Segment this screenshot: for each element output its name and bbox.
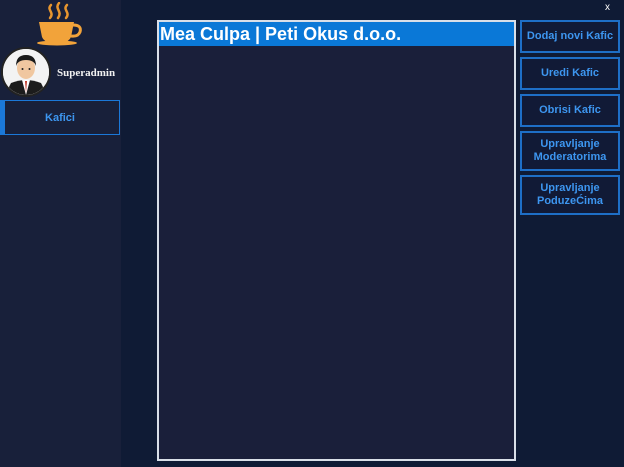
main-window: Superadmin Kafici x Mea Culpa | Peti Oku…: [0, 0, 624, 467]
delete-cafe-button[interactable]: Obrisi Kafic: [520, 94, 620, 127]
edit-cafe-button[interactable]: Uredi Kafic: [520, 57, 620, 90]
cafe-list[interactable]: Mea Culpa | Peti Okus d.o.o.: [157, 20, 516, 461]
user-avatar-icon: [1, 47, 51, 97]
close-button[interactable]: x: [605, 2, 610, 13]
manage-companies-button[interactable]: Upravljanje PoduzeĆima: [520, 175, 620, 215]
username-label: Superadmin: [57, 67, 116, 79]
list-item[interactable]: Mea Culpa | Peti Okus d.o.o.: [159, 22, 514, 46]
coffee-cup-icon: [34, 1, 84, 46]
active-indicator: [1, 101, 5, 134]
sidebar-item-label: Kafici: [45, 111, 75, 124]
sidebar-item-kafici[interactable]: Kafici: [0, 100, 120, 135]
add-cafe-button[interactable]: Dodaj novi Kafic: [520, 20, 620, 53]
manage-moderators-button[interactable]: Upravljanje Moderatorima: [520, 131, 620, 171]
sidebar: Superadmin Kafici: [0, 0, 121, 467]
